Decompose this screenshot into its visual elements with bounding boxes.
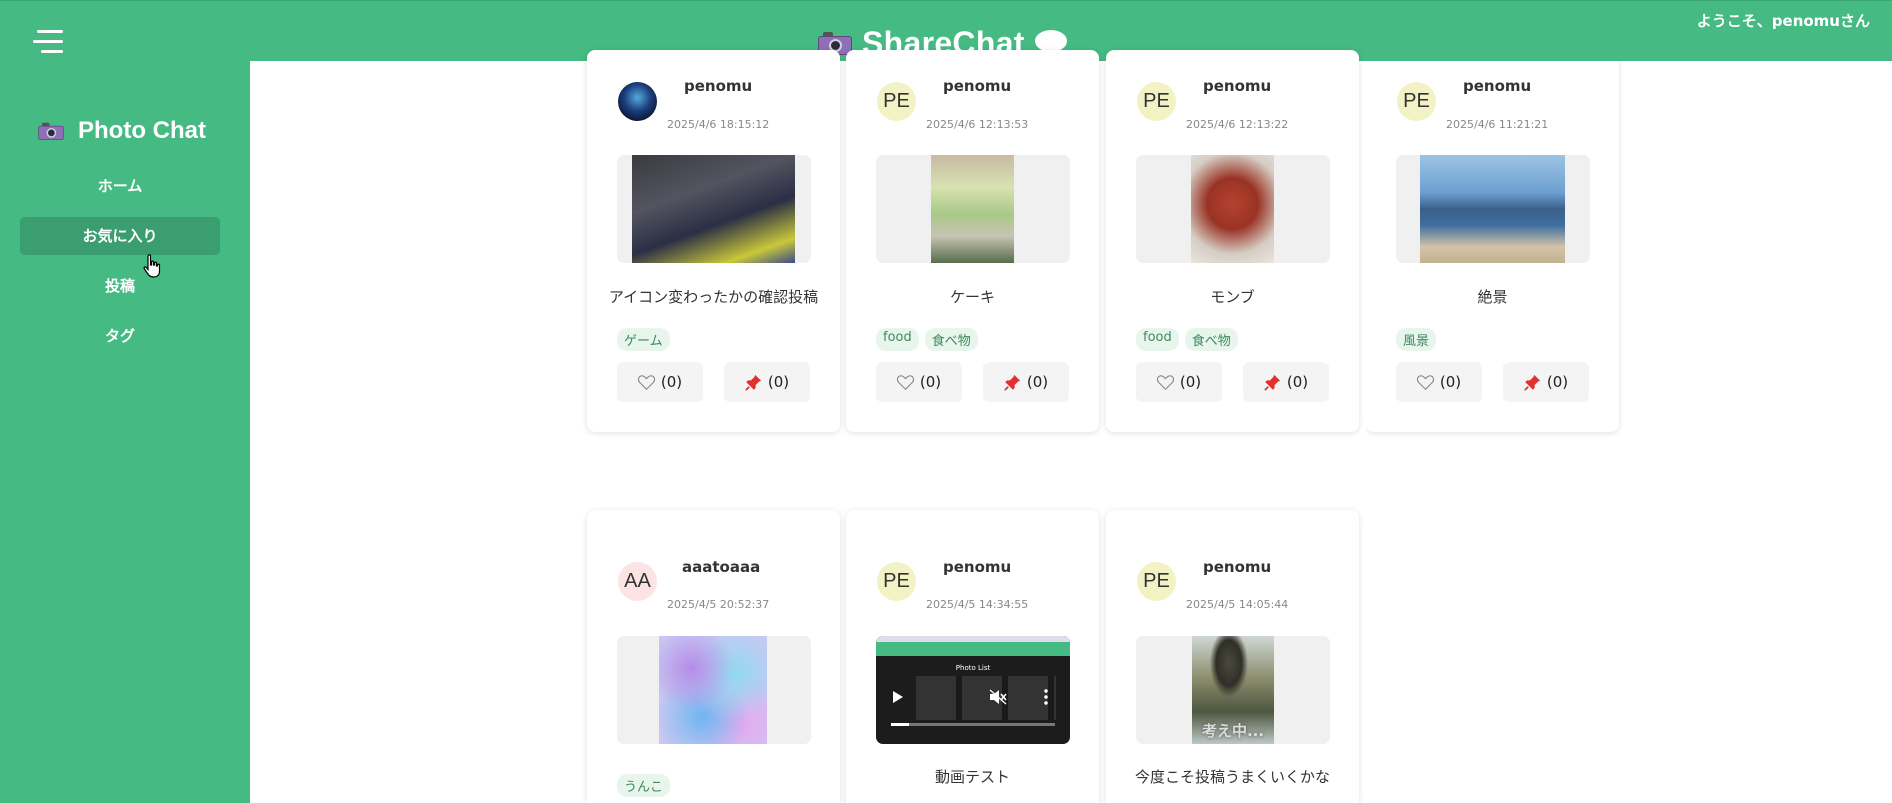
sidebar-title-text: Photo Chat [78,117,206,144]
post-image[interactable] [876,155,1070,263]
post-username: penomu [684,77,753,95]
favorite-count: (0) [1546,373,1569,391]
post-tags: food 食べ物 [876,328,978,351]
clipped-region: PE penomu 2025/4/6 11:21:21 絶景 風景 (0) (0… [1366,61,1626,441]
post-username: penomu [943,558,1012,576]
post-card[interactable]: PE penomu 2025/4/6 12:13:53 ケーキ food 食べ物… [846,50,1099,432]
pin-icon [745,374,762,391]
post-date: 2025/4/5 14:34:55 [926,598,1029,611]
post-caption: 動画テスト [934,768,1010,786]
post-caption: モンブ [1210,288,1255,306]
avatar: AA [618,562,657,601]
avatar: PE [877,82,916,121]
like-button[interactable]: (0) [876,362,962,402]
post-caption: ケーキ [949,288,995,306]
tag-chip[interactable]: ゲーム [617,328,670,351]
tag-chip[interactable]: 風景 [1396,328,1437,351]
post-tags: うんこ [617,774,671,797]
post-tags: 風景 [1396,328,1437,351]
welcome-text: ようこそ、penomuさん [1696,12,1870,30]
post-date: 2025/4/5 20:52:37 [667,598,770,611]
post-caption: アイコン変わったかの確認投稿 [608,288,819,306]
post-image[interactable] [1396,155,1590,263]
favorite-button[interactable]: (0) [724,362,810,402]
video-player[interactable]: Photo List [876,636,1070,744]
post-tags: ゲーム [617,328,670,351]
post-caption: 絶景 [1477,288,1508,306]
avatar: PE [1137,562,1176,601]
tag-chip[interactable]: food [1136,328,1179,351]
post-card[interactable]: penomu 2025/4/6 18:15:12 アイコン変わったかの確認投稿 … [587,50,840,432]
favorite-button[interactable]: (0) [1503,362,1589,402]
post-username: penomu [1203,558,1272,576]
favorite-button[interactable]: (0) [983,362,1069,402]
avatar: PE [1137,82,1176,121]
mute-icon[interactable] [989,689,1007,705]
more-options-icon[interactable] [1044,689,1048,705]
post-username: penomu [943,77,1012,95]
like-count: (0) [660,373,683,391]
play-icon[interactable] [893,691,903,703]
post-username: aaatoaaa [682,558,761,576]
like-count: (0) [1179,373,1202,391]
sidebar-item-tags[interactable]: タグ [20,317,220,355]
sidebar: Photo Chat ホーム お気に入り 投稿 タグ [0,61,250,803]
post-date: 2025/4/6 11:21:21 [1446,118,1549,131]
post-image[interactable] [617,155,811,263]
sidebar-item-post[interactable]: 投稿 [20,267,220,305]
post-date: 2025/4/6 12:13:53 [926,118,1029,131]
heart-icon [637,374,655,390]
hand-cursor-icon [143,254,161,278]
post-card[interactable]: PE penomu 2025/4/6 11:21:21 絶景 風景 (0) (0… [1366,61,1619,432]
sidebar-item-home[interactable]: ホーム [20,167,220,205]
sidebar-title: Photo Chat [0,117,240,145]
post-image[interactable] [1136,155,1330,263]
post-card[interactable]: PE penomu 2025/4/6 12:13:22 モンブ food 食べ物… [1106,50,1359,432]
post-card[interactable]: PE penomu 2025/4/5 14:05:44 考え中... 今度こそ投… [1106,510,1359,803]
favorite-count: (0) [1026,373,1049,391]
pin-icon [1524,374,1541,391]
camera-icon [38,122,64,140]
tag-chip[interactable]: 食べ物 [1184,328,1238,351]
like-button[interactable]: (0) [617,362,703,402]
post-card[interactable]: PE penomu 2025/4/5 14:34:55 Photo List 動… [846,510,1099,803]
favorite-count: (0) [1286,373,1309,391]
post-caption: 今度こそ投稿うまくいくかな [1134,768,1330,786]
video-frame-title: Photo List [955,664,991,672]
favorite-count: (0) [767,373,790,391]
post-date: 2025/4/6 12:13:22 [1186,118,1289,131]
favorite-button[interactable]: (0) [1243,362,1329,402]
video-progress-bar[interactable] [891,723,1055,726]
like-count: (0) [1439,373,1462,391]
like-button[interactable]: (0) [1396,362,1482,402]
tag-chip[interactable]: food [876,328,919,351]
post-image[interactable]: 考え中... [1136,636,1330,744]
like-button[interactable]: (0) [1136,362,1222,402]
pin-icon [1004,374,1021,391]
tag-chip[interactable]: 食べ物 [924,328,978,351]
post-card[interactable]: AA aaatoaaa 2025/4/5 20:52:37 うんこ [587,510,840,803]
pin-icon [1264,374,1281,391]
sidebar-item-favorites[interactable]: お気に入り [20,217,220,255]
thinking-overlay-text: 考え中... [1201,722,1265,740]
avatar: PE [1397,82,1436,121]
post-username: penomu [1203,77,1272,95]
post-username: penomu [1463,77,1532,95]
avatar [618,82,657,121]
heart-icon [1416,374,1434,390]
post-image[interactable] [617,636,811,744]
post-date: 2025/4/5 14:05:44 [1186,598,1289,611]
tag-chip[interactable]: うんこ [617,774,671,797]
post-date: 2025/4/6 18:15:12 [667,118,770,131]
like-count: (0) [919,373,942,391]
post-tags: food 食べ物 [1136,328,1238,351]
heart-icon [896,374,914,390]
avatar: PE [877,562,916,601]
heart-icon [1156,374,1174,390]
hamburger-menu-icon[interactable] [33,30,65,56]
